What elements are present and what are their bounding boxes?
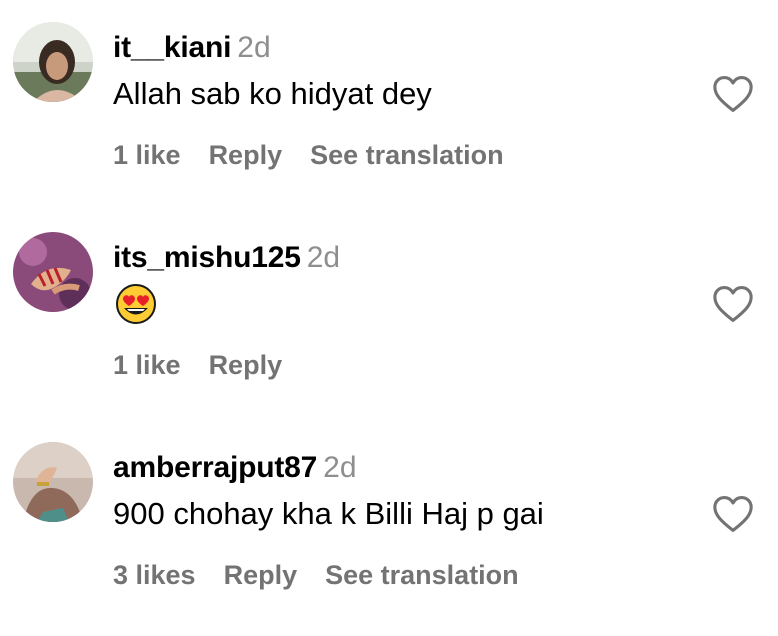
heart-outline-icon[interactable] bbox=[712, 75, 754, 113]
likes-count[interactable]: 1 like bbox=[113, 350, 181, 380]
profile-photo-icon bbox=[13, 22, 93, 102]
timestamp[interactable]: 2d bbox=[307, 241, 340, 274]
profile-photo-icon bbox=[13, 442, 93, 522]
comment-text: 900 chohay kha k Billi Haj p gai bbox=[113, 496, 544, 531]
comment-header: amberrajput87 2d bbox=[113, 453, 357, 483]
comment-header: its_mishu125 2d bbox=[113, 243, 340, 273]
avatar[interactable] bbox=[13, 232, 93, 312]
reply-button[interactable]: Reply bbox=[209, 350, 283, 380]
timestamp[interactable]: 2d bbox=[237, 31, 270, 64]
comment-header: it__kiani 2d bbox=[113, 33, 271, 63]
timestamp[interactable]: 2d bbox=[323, 451, 356, 484]
comment-actions: 1 like Reply bbox=[113, 352, 310, 379]
username[interactable]: it__kiani bbox=[113, 31, 231, 64]
avatar[interactable] bbox=[13, 442, 93, 522]
username[interactable]: its_mishu125 bbox=[113, 241, 301, 274]
likes-count[interactable]: 3 likes bbox=[113, 560, 196, 590]
heart-outline-icon[interactable] bbox=[712, 495, 754, 533]
comment-text: Allah sab ko hidyat dey bbox=[113, 76, 432, 111]
likes-count[interactable]: 1 like bbox=[113, 140, 181, 170]
username[interactable]: amberrajput87 bbox=[113, 451, 317, 484]
profile-photo-icon bbox=[13, 232, 93, 312]
see-translation-button[interactable]: See translation bbox=[310, 140, 504, 170]
reply-button[interactable]: Reply bbox=[209, 140, 283, 170]
reply-button[interactable]: Reply bbox=[224, 560, 298, 590]
heart-eyes-emoji bbox=[116, 284, 156, 324]
see-translation-button[interactable]: See translation bbox=[325, 560, 519, 590]
comment-actions: 1 like Reply See translation bbox=[113, 142, 532, 169]
avatar[interactable] bbox=[13, 22, 93, 102]
comment-actions: 3 likes Reply See translation bbox=[113, 562, 547, 589]
heart-outline-icon[interactable] bbox=[712, 285, 754, 323]
